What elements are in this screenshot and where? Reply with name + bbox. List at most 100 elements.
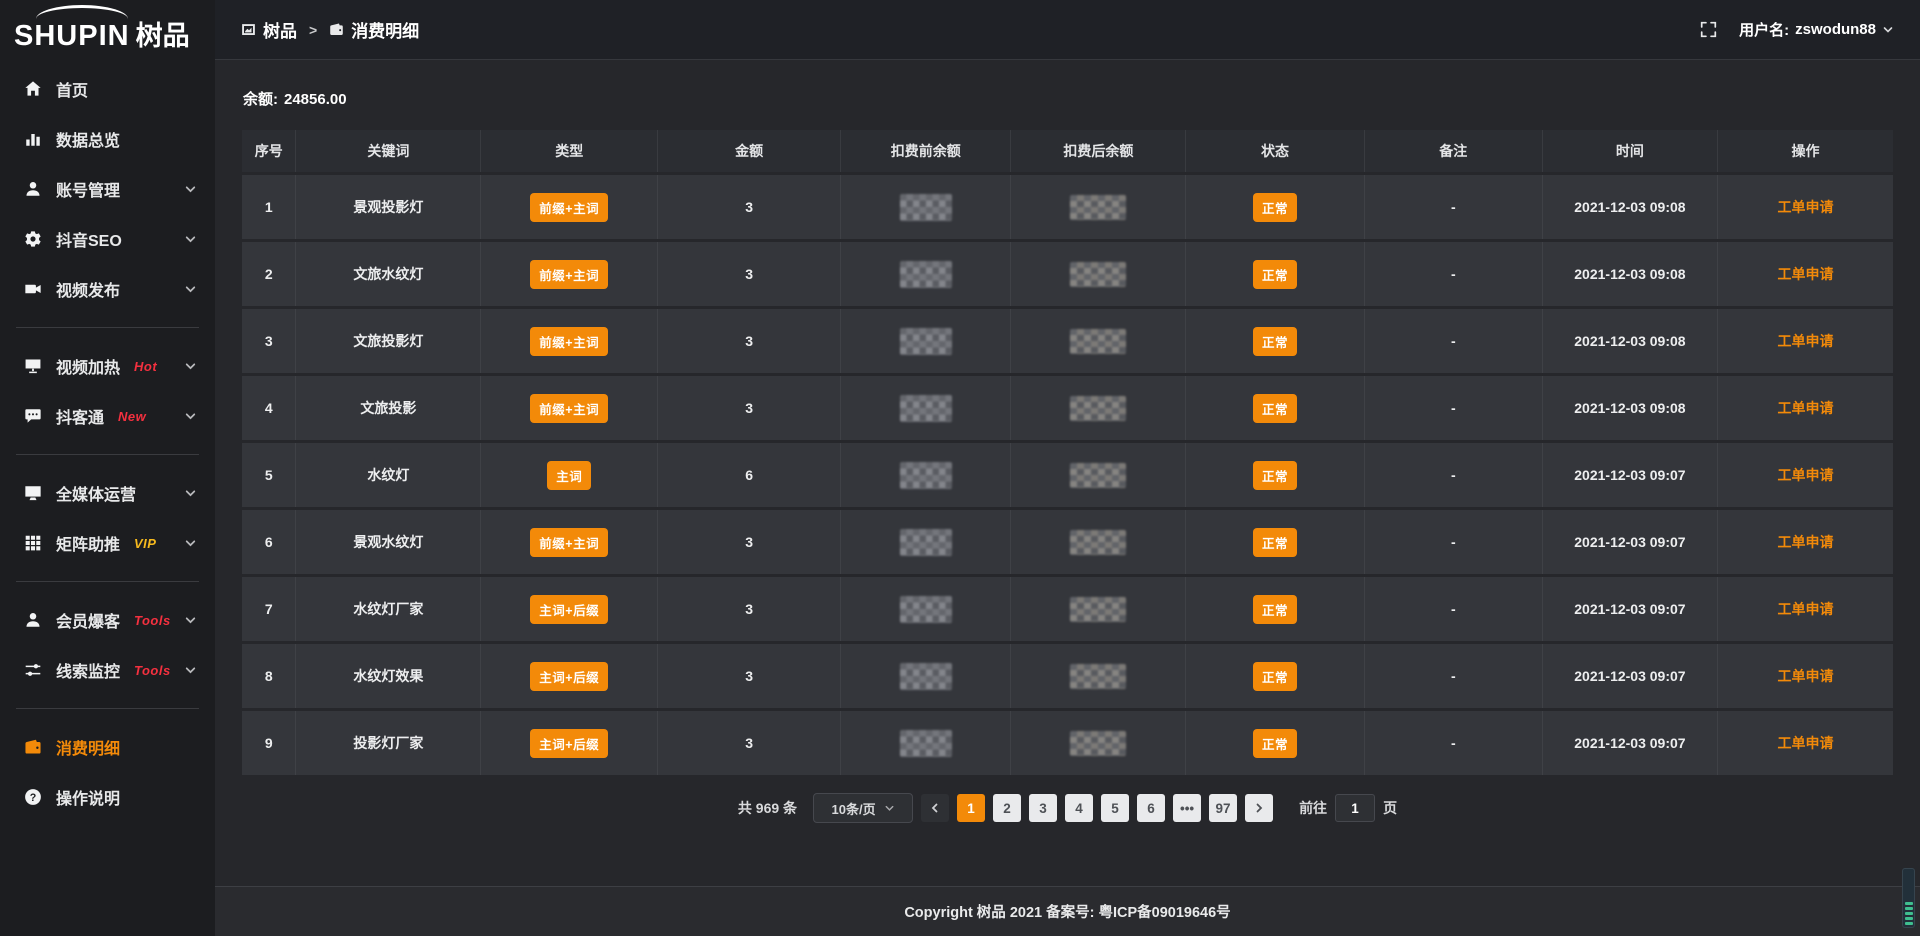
sidebar-item-label: 操作说明 [56,785,120,809]
type-cell: 前缀+主词 [481,309,658,373]
corner-widget[interactable] [1902,868,1915,928]
fullscreen-icon[interactable] [1700,21,1717,38]
pre-balance-redacted [900,261,952,288]
row-index-cell: 9 [242,711,296,775]
page-size-select[interactable]: 10条/页 [813,793,913,823]
table-row: 9投影灯厂家主词+后缀3正常-2021-12-03 09:07工单申请 [242,711,1893,775]
more-pages-button[interactable]: ••• [1173,794,1201,822]
prev-page-button[interactable] [921,794,949,822]
page-button-1[interactable]: 1 [957,794,985,822]
pre-balance-cell [841,510,1011,574]
table-header-cell: 操作 [1718,130,1893,172]
time-cell: 2021-12-03 09:07 [1543,443,1718,507]
post-balance-cell [1011,577,1186,641]
pre-balance-redacted [900,730,952,757]
chevron-down-icon [1882,24,1894,36]
time-cell: 2021-12-03 09:07 [1543,644,1718,708]
page-button-3[interactable]: 3 [1029,794,1057,822]
note-cell: - [1365,309,1543,373]
balance-value: 24856.00 [284,91,347,108]
page-button-5[interactable]: 5 [1101,794,1129,822]
sidebar-item-douketong[interactable]: 抖客通New [0,391,215,441]
row-index-cell: 8 [242,644,296,708]
status-cell: 正常 [1186,644,1364,708]
work-order-link[interactable]: 工单申请 [1777,735,1833,751]
corner-widget-bar [1905,912,1913,915]
username-value: zswodun88 [1795,21,1876,38]
work-order-link[interactable]: 工单申请 [1777,199,1833,215]
table-row: 3文旅投影灯前缀+主词3正常-2021-12-03 09:08工单申请 [242,309,1893,373]
page-button-97[interactable]: 97 [1209,794,1237,822]
app-icon [241,22,256,37]
work-order-link[interactable]: 工单申请 [1777,467,1833,483]
post-balance-redacted [1070,463,1126,488]
sidebar-item-lead-monitoring[interactable]: 线索监控Tools [0,645,215,695]
table-header-cell: 金额 [658,130,841,172]
amount-cell: 3 [658,577,841,641]
status-cell: 正常 [1186,242,1364,306]
chevron-down-icon [184,233,197,246]
table-row: 8水纹灯效果主词+后缀3正常-2021-12-03 09:07工单申请 [242,644,1893,708]
sidebar-item-douyin-seo[interactable]: 抖音SEO [0,214,215,264]
status-badge: 正常 [1253,394,1297,423]
sidebar-divider [16,581,199,582]
page-button-2[interactable]: 2 [993,794,1021,822]
content-area: 余额:24856.00 序号关键词类型金额扣费前余额扣费后余额状态备注时间操作 … [215,60,1920,886]
row-index-cell: 2 [242,242,296,306]
work-order-link[interactable]: 工单申请 [1777,333,1833,349]
pre-balance-redacted [900,596,952,623]
time-cell: 2021-12-03 09:08 [1543,242,1718,306]
post-balance-cell [1011,711,1186,775]
sidebar-item-data-overview[interactable]: 数据总览 [0,114,215,164]
work-order-link[interactable]: 工单申请 [1777,534,1833,550]
amount-cell: 3 [658,175,841,239]
table-row: 6景观水纹灯前缀+主词3正常-2021-12-03 09:07工单申请 [242,510,1893,574]
pre-balance-redacted [900,328,952,355]
breadcrumb-current[interactable]: 消费明细 [329,17,419,42]
sidebar-item-label: 视频加热 [56,354,120,378]
page-button-6[interactable]: 6 [1137,794,1165,822]
table-header-cell: 备注 [1365,130,1543,172]
corner-widget-bar [1905,907,1913,910]
sidebar-item-member-marketing[interactable]: 会员爆客Tools [0,595,215,645]
svg-text:?: ? [30,792,37,804]
sidebar-item-consumption-details[interactable]: 消费明细 [0,722,215,772]
sidebar-item-home[interactable]: 首页 [0,64,215,114]
sidebar-item-label: 数据总览 [56,127,120,151]
note-cell: - [1365,644,1543,708]
type-cell: 主词+后缀 [481,711,658,775]
user-menu[interactable]: 用户名: zswodun88 [1739,19,1894,40]
work-order-link[interactable]: 工单申请 [1777,400,1833,416]
note-cell: - [1365,510,1543,574]
topbar: 树品 > 消费明细 用户名: zswodun88 [215,0,1920,60]
page-button-4[interactable]: 4 [1065,794,1093,822]
sidebar-item-video-publish[interactable]: 视频发布 [0,264,215,314]
logo-latin-text: SHUPIN [14,20,130,52]
table-header-row: 序号关键词类型金额扣费前余额扣费后余额状态备注时间操作 [242,130,1893,172]
pre-balance-cell [841,175,1011,239]
sidebar-item-video-heating[interactable]: 视频加热Hot [0,341,215,391]
breadcrumb-root[interactable]: 树品 [241,17,297,42]
sidebar-item-matrix-boost[interactable]: 矩阵助推VIP [0,518,215,568]
sidebar-item-omnimedia-operation[interactable]: 全媒体运营 [0,468,215,518]
logo-arc-decoration [36,5,128,19]
type-cell: 主词+后缀 [481,577,658,641]
type-badge: 主词 [547,461,591,490]
post-balance-redacted [1070,262,1126,287]
sidebar-item-account-management[interactable]: 账号管理 [0,164,215,214]
time-cell: 2021-12-03 09:08 [1543,376,1718,440]
work-order-link[interactable]: 工单申请 [1777,266,1833,282]
work-order-link[interactable]: 工单申请 [1777,668,1833,684]
goto-page-input[interactable] [1335,794,1375,822]
type-badge: 主词+后缀 [530,595,608,624]
balance-summary: 余额:24856.00 [242,60,1893,127]
sidebar-item-badge: Tools [134,613,171,628]
footer: Copyright 树品 2021 备案号: 粤ICP备09019646号 [215,886,1920,936]
next-page-button[interactable] [1245,794,1273,822]
work-order-link[interactable]: 工单申请 [1777,601,1833,617]
type-cell: 前缀+主词 [481,242,658,306]
amount-cell: 3 [658,242,841,306]
corner-widget-bar [1905,922,1913,925]
sidebar-item-operation-guide[interactable]: ? 操作说明 [0,772,215,822]
table-row: 1景观投影灯前缀+主词3正常-2021-12-03 09:08工单申请 [242,175,1893,239]
